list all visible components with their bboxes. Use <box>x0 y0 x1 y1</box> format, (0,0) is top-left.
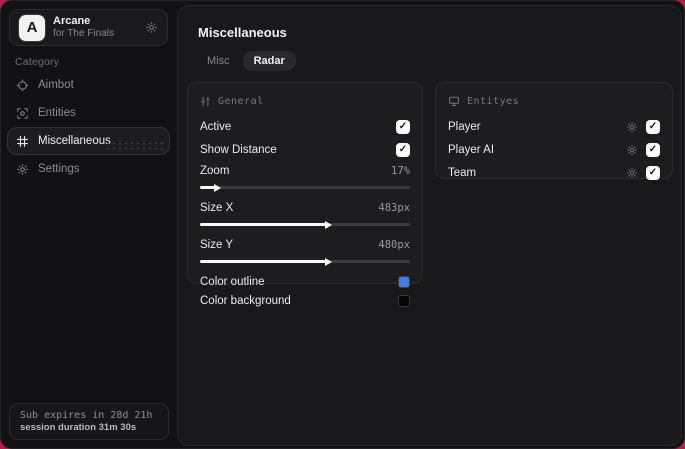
size-y-slider[interactable] <box>200 257 410 266</box>
logo-card: A Arcane for The Finals <box>9 9 168 46</box>
size-y-label: Size Y <box>200 239 234 251</box>
zoom-label: Zoom <box>200 165 230 177</box>
team-row: Team ✓ <box>448 161 660 184</box>
category-label: Category <box>15 56 60 68</box>
player-row: Player ✓ <box>448 115 660 138</box>
sidebar-item-settings[interactable]: Settings <box>7 155 170 183</box>
tab-misc[interactable]: Misc <box>196 51 241 71</box>
sidebar-nav: Aimbot Entities Miscellaneous Settings <box>1 71 176 183</box>
color-background-swatch[interactable] <box>398 294 410 307</box>
app-title: Arcane <box>53 15 91 28</box>
size-y-slider-thumb[interactable] <box>325 257 332 266</box>
color-outline-swatch[interactable] <box>398 275 410 288</box>
show-distance-row: Show Distance ✓ <box>200 138 410 161</box>
sidebar-item-aimbot[interactable]: Aimbot <box>7 71 170 99</box>
team-label: Team <box>448 166 477 179</box>
zoom-slider[interactable] <box>200 183 410 192</box>
size-x-slider-fill <box>200 220 332 229</box>
app-subtitle: for The Finals <box>53 28 114 40</box>
sliders-icon <box>16 135 29 148</box>
size-x-row: Size X 483px <box>200 198 410 218</box>
sub-expires-text: Sub expires in 28d 21h <box>20 410 153 421</box>
sidebar-item-miscellaneous[interactable]: Miscellaneous <box>7 127 170 155</box>
player-gear-icon[interactable] <box>626 121 638 133</box>
sliders-vertical-icon <box>200 96 211 107</box>
player-checkbox[interactable]: ✓ <box>646 119 660 134</box>
scan-eye-icon <box>16 107 29 120</box>
sidebar-item-label: Aimbot <box>38 79 74 91</box>
active-row: Active ✓ <box>200 115 410 138</box>
main-panel: Miscellaneous Misc Radar General Active … <box>177 5 682 446</box>
team-gear-icon[interactable] <box>626 167 638 179</box>
size-y-slider-fill <box>200 257 332 266</box>
team-checkbox[interactable]: ✓ <box>646 165 660 180</box>
color-background-label: Color background <box>200 294 291 307</box>
gear-icon <box>16 163 29 176</box>
page-title: Miscellaneous <box>198 25 287 40</box>
size-x-value: 483px <box>378 202 410 214</box>
size-y-row: Size Y 480px <box>200 235 410 255</box>
general-card: General Active ✓ Show Distance ✓ Zoom 17… <box>187 82 423 307</box>
player-ai-gear-icon[interactable] <box>626 144 638 156</box>
active-checkbox[interactable]: ✓ <box>396 119 410 134</box>
general-card-header: General <box>200 93 410 109</box>
zoom-slider-thumb[interactable] <box>213 183 221 192</box>
sidebar-item-label: Miscellaneous <box>38 135 111 147</box>
size-x-slider[interactable] <box>200 220 410 229</box>
entities-card-header: Entityes <box>448 93 660 109</box>
session-duration-text: session duration 31m 30s <box>20 422 137 433</box>
app-window: A Arcane for The Finals Category Aimbot … <box>0 0 685 449</box>
sidebar-item-label: Settings <box>38 163 80 175</box>
zoom-value: 17% <box>391 165 410 177</box>
color-outline-row: Color outline <box>200 272 410 291</box>
app-logo: A <box>19 14 45 41</box>
player-ai-row: Player AI ✓ <box>448 138 660 161</box>
color-outline-label: Color outline <box>200 275 265 288</box>
size-y-value: 480px <box>378 239 410 251</box>
show-distance-label: Show Distance <box>200 143 277 156</box>
sidebar: A Arcane for The Finals Category Aimbot … <box>1 1 176 448</box>
tab-bar: Misc Radar <box>196 51 296 71</box>
zoom-row: Zoom 17% <box>200 161 410 181</box>
logo-texts: Arcane for The Finals <box>53 15 137 39</box>
crosshair-icon <box>16 79 29 92</box>
active-label: Active <box>200 120 232 133</box>
monitor-icon <box>448 95 460 107</box>
size-x-slider-thumb[interactable] <box>325 220 332 229</box>
sidebar-item-label: Entities <box>38 107 76 119</box>
show-distance-checkbox[interactable]: ✓ <box>396 142 410 157</box>
subscription-card: Sub expires in 28d 21h session duration … <box>9 403 169 440</box>
player-ai-checkbox[interactable]: ✓ <box>646 142 660 157</box>
size-x-label: Size X <box>200 202 234 214</box>
tab-radar[interactable]: Radar <box>242 51 296 71</box>
zoom-slider-fill <box>200 183 221 192</box>
gear-icon[interactable] <box>145 21 158 34</box>
color-background-row: Color background <box>200 291 410 310</box>
sidebar-item-entities[interactable]: Entities <box>7 99 170 127</box>
player-label: Player <box>448 120 481 133</box>
general-card-title: General <box>218 95 264 107</box>
player-ai-label: Player AI <box>448 143 495 156</box>
entities-card-title: Entityes <box>467 95 520 107</box>
entities-card: Entityes Player ✓ Player AI ✓ Team ✓ <box>435 82 673 180</box>
